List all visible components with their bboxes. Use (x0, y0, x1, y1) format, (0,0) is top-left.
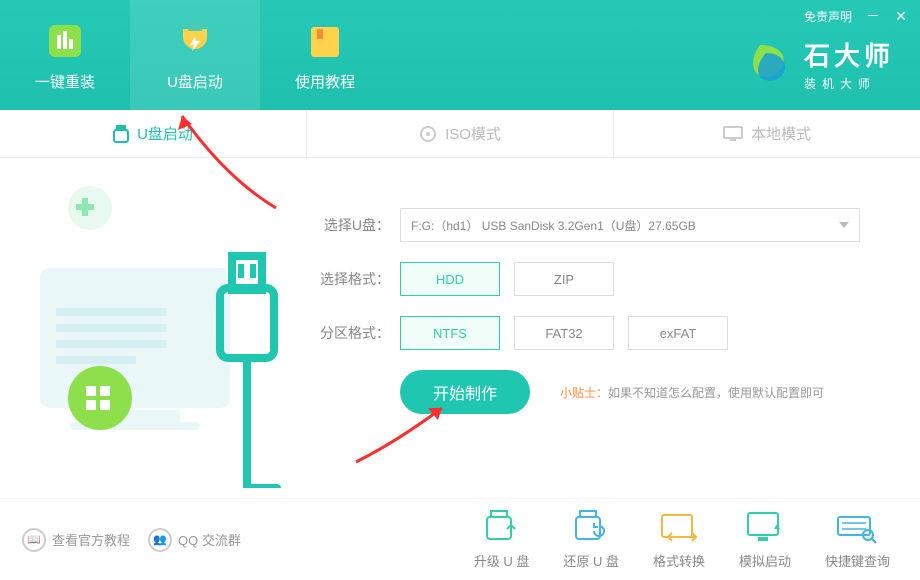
link-label: 查看官方教程 (52, 530, 130, 549)
tip: 小贴士：如果不知道怎么配置，使用默认配置即可 (560, 384, 824, 401)
usb-boot-icon (173, 19, 217, 63)
partition-option-fat32[interactable]: FAT32 (514, 316, 614, 350)
tab-label: ISO模式 (445, 123, 501, 144)
iso-icon (419, 125, 437, 143)
tab-usb-boot[interactable]: U盘启动 (0, 110, 307, 157)
tab-local-mode[interactable]: 本地模式 (614, 110, 920, 157)
restore-icon (570, 509, 612, 545)
row-disk: 选择U盘： F:G:（hd1） USB SanDisk 3.2Gen1（U盘）2… (310, 208, 890, 242)
format-option-zip[interactable]: ZIP (514, 262, 614, 296)
mode-tabs: U盘启动 ISO模式 本地模式 (0, 110, 920, 158)
disk-value: F:G:（hd1） USB SanDisk 3.2Gen1（U盘）27.65GB (411, 217, 696, 234)
action-label: 升级 U 盘 (474, 551, 530, 570)
action-hotkey-query[interactable]: 快捷键查询 (825, 509, 890, 570)
tab-label: U盘启动 (137, 123, 193, 144)
partition-option-exfat[interactable]: exFAT (628, 316, 728, 350)
nav-label: U盘启动 (167, 71, 223, 92)
format-option-hdd[interactable]: HDD (400, 262, 500, 296)
tip-label: 小贴士： (560, 386, 608, 400)
minimize-button[interactable]: － (866, 6, 880, 26)
action-simulate-boot[interactable]: 模拟启动 (739, 509, 791, 570)
action-label: 快捷键查询 (825, 551, 890, 570)
row-format: 选择格式： HDD ZIP (310, 262, 890, 296)
link-qq-group[interactable]: 👥 QQ 交流群 (148, 528, 241, 552)
upgrade-icon (481, 509, 523, 545)
nav-tutorial[interactable]: 使用教程 (260, 0, 390, 110)
usb-icon (113, 125, 129, 143)
keyboard-search-icon (836, 509, 878, 545)
tip-text: 如果不知道怎么配置，使用默认配置即可 (608, 386, 824, 400)
partition-label: 分区格式： (310, 323, 390, 343)
people-icon: 👥 (148, 528, 172, 552)
link-label: QQ 交流群 (178, 530, 241, 549)
content: 选择U盘： F:G:（hd1） USB SanDisk 3.2Gen1（U盘）2… (0, 158, 920, 498)
brand-title: 石大师 (804, 36, 894, 73)
nav-label: 使用教程 (295, 71, 355, 92)
illustration (20, 168, 290, 488)
row-partition: 分区格式： NTFS FAT32 exFAT (310, 316, 890, 350)
disk-select[interactable]: F:G:（hd1） USB SanDisk 3.2Gen1（U盘）27.65GB (400, 208, 860, 242)
footer: 📖 查看官方教程 👥 QQ 交流群 升级 U 盘 还原 U 盘 格式转换 模拟启… (0, 498, 920, 580)
footer-actions: 升级 U 盘 还原 U 盘 格式转换 模拟启动 快捷键查询 (474, 509, 890, 570)
footer-links: 📖 查看官方教程 👥 QQ 交流群 (22, 528, 241, 552)
start-button[interactable]: 开始制作 (400, 370, 530, 414)
close-button[interactable]: ✕ (894, 8, 908, 25)
config-form: 选择U盘： F:G:（hd1） USB SanDisk 3.2Gen1（U盘）2… (310, 178, 890, 414)
simulate-icon (744, 509, 786, 545)
action-format-convert[interactable]: 格式转换 (653, 509, 705, 570)
tutorial-icon (303, 19, 347, 63)
nav-usb-boot[interactable]: U盘启动 (130, 0, 260, 110)
action-row: 开始制作 小贴士：如果不知道怎么配置，使用默认配置即可 (400, 370, 890, 414)
tab-iso-mode[interactable]: ISO模式 (307, 110, 614, 157)
action-upgrade-usb[interactable]: 升级 U 盘 (474, 509, 530, 570)
brand-subtitle: 装机大师 (804, 75, 894, 92)
nav-reinstall[interactable]: 一键重装 (0, 0, 130, 110)
action-label: 还原 U 盘 (563, 551, 619, 570)
disk-label: 选择U盘： (310, 215, 390, 235)
header: 免责声明 － ✕ 一键重装 U盘启动 使用教程 石大师 装机大师 (0, 0, 920, 110)
tab-label: 本地模式 (751, 123, 811, 144)
format-label: 选择格式： (310, 269, 390, 289)
link-official-tutorial[interactable]: 📖 查看官方教程 (22, 528, 130, 552)
book-icon: 📖 (22, 528, 46, 552)
action-label: 模拟启动 (739, 551, 791, 570)
disclaimer-link[interactable]: 免责声明 (804, 8, 852, 25)
action-restore-usb[interactable]: 还原 U 盘 (563, 509, 619, 570)
partition-option-ntfs[interactable]: NTFS (400, 316, 500, 350)
monitor-icon (723, 126, 743, 142)
reinstall-icon (43, 19, 87, 63)
convert-icon (658, 509, 700, 545)
window-controls: 免责声明 － ✕ (804, 6, 908, 26)
chevron-down-icon (839, 222, 849, 228)
brand: 石大师 装机大师 (748, 36, 894, 92)
brand-logo-icon (748, 41, 794, 87)
action-label: 格式转换 (653, 551, 705, 570)
nav-label: 一键重装 (35, 71, 95, 92)
